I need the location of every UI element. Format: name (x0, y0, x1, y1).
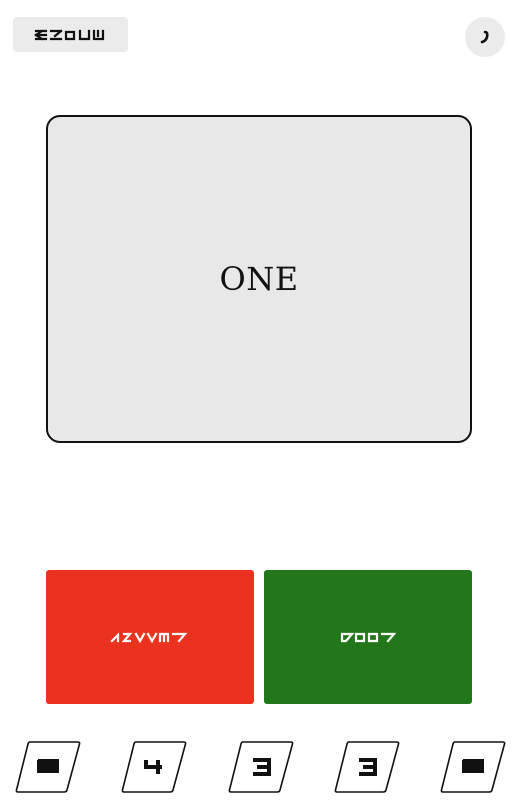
rating-button-1[interactable] (14, 740, 82, 794)
rating-glyph-5 (462, 759, 484, 773)
rating-button-5[interactable] (439, 740, 507, 794)
rating-row (0, 740, 520, 796)
flash-card[interactable]: ONE (46, 115, 472, 443)
right-button[interactable] (264, 570, 472, 704)
aurebesh-glyphs-icon (340, 632, 396, 643)
rating-button-2[interactable] (120, 740, 188, 794)
aurebesh-glyphs-icon (33, 28, 104, 41)
wrong-button[interactable] (46, 570, 254, 704)
rating-glyph-5 (37, 759, 59, 773)
options-button[interactable] (465, 17, 505, 57)
card-word: ONE (219, 260, 299, 298)
rating-button-3[interactable] (227, 740, 295, 794)
comma-icon (480, 30, 489, 44)
top-menu-button[interactable] (13, 17, 128, 52)
rating-button-4[interactable] (333, 740, 401, 794)
aurebesh-glyphs-icon (110, 632, 188, 644)
